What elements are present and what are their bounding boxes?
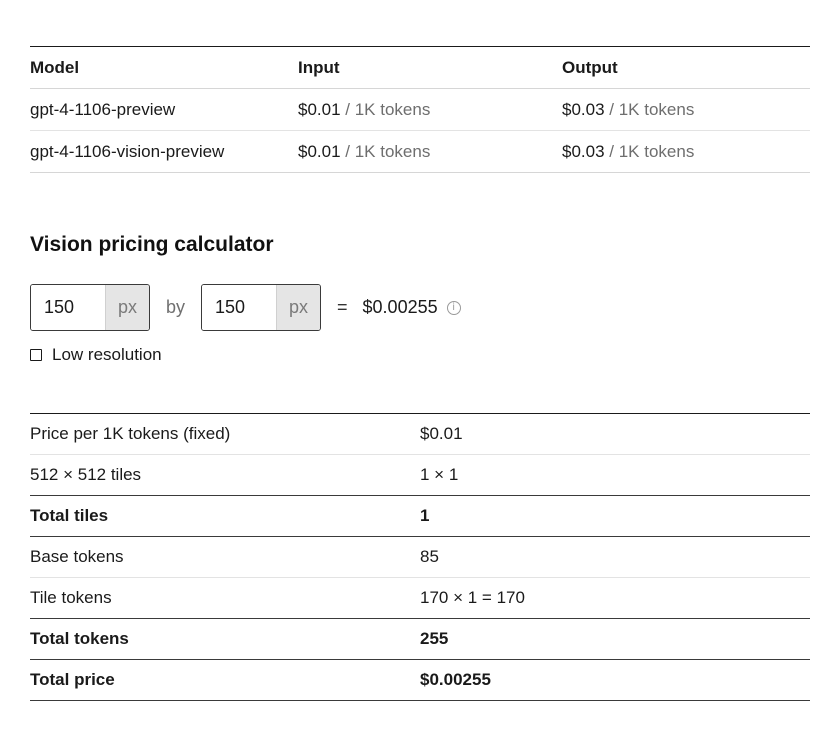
calculated-price: $0.00255 xyxy=(362,297,438,317)
table-row: Price per 1K tokens (fixed) $0.01 xyxy=(30,413,810,455)
dimension-calculator: px by px = $0.00255 i xyxy=(30,284,461,331)
width-input[interactable] xyxy=(31,285,105,330)
low-resolution-toggle[interactable]: Low resolution xyxy=(30,345,162,365)
table-row: Tile tokens 170 × 1 = 170 xyxy=(30,577,810,619)
breakdown-value: 1 xyxy=(420,495,810,537)
breakdown-label: Total tiles xyxy=(30,495,420,537)
table-row: gpt-4-1106-preview $0.01 / 1K tokens $0.… xyxy=(30,88,810,131)
width-unit: px xyxy=(105,285,149,330)
table-row: Total price $0.00255 xyxy=(30,659,810,701)
breakdown-label: Total tokens xyxy=(30,618,420,660)
breakdown-value: 1 × 1 xyxy=(420,454,810,496)
breakdown-value: $0.00255 xyxy=(420,659,810,701)
input-unit: / 1K tokens xyxy=(345,141,431,161)
low-resolution-label: Low resolution xyxy=(52,345,162,364)
output-price: $0.03 xyxy=(562,141,605,161)
output-unit: / 1K tokens xyxy=(609,99,695,119)
height-input[interactable] xyxy=(202,285,277,330)
height-unit: px xyxy=(276,285,321,330)
height-field: px xyxy=(201,284,322,331)
output-unit: / 1K tokens xyxy=(609,141,695,161)
output-price-cell: $0.03 / 1K tokens xyxy=(562,88,810,131)
low-resolution-checkbox[interactable] xyxy=(30,349,42,361)
breakdown-label: 512 × 512 tiles xyxy=(30,454,420,496)
model-pricing-table: Model Input Output gpt-4-1106-preview $0… xyxy=(30,46,810,173)
output-price-cell: $0.03 / 1K tokens xyxy=(562,130,810,173)
breakdown-label: Price per 1K tokens (fixed) xyxy=(30,413,420,455)
header-model: Model xyxy=(30,46,298,89)
model-name: gpt-4-1106-vision-preview xyxy=(30,130,298,173)
width-field: px xyxy=(30,284,150,331)
breakdown-label: Base tokens xyxy=(30,536,420,578)
output-price: $0.03 xyxy=(562,99,605,119)
input-price-cell: $0.01 / 1K tokens xyxy=(298,88,562,131)
breakdown-value: 170 × 1 = 170 xyxy=(420,577,810,619)
breakdown-label: Total price xyxy=(30,659,420,701)
input-price: $0.01 xyxy=(298,99,341,119)
header-input: Input xyxy=(298,46,562,89)
by-label: by xyxy=(166,297,186,317)
info-icon[interactable]: i xyxy=(446,300,461,315)
table-row: Base tokens 85 xyxy=(30,536,810,578)
input-price: $0.01 xyxy=(298,141,341,161)
equals-sign: = xyxy=(337,297,348,317)
table-row: Total tiles 1 xyxy=(30,495,810,537)
model-name: gpt-4-1106-preview xyxy=(30,88,298,131)
table-row: 512 × 512 tiles 1 × 1 xyxy=(30,454,810,496)
price-breakdown-table: Price per 1K tokens (fixed) $0.01 512 × … xyxy=(30,413,810,701)
input-price-cell: $0.01 / 1K tokens xyxy=(298,130,562,173)
input-unit: / 1K tokens xyxy=(345,99,431,119)
pricing-header-row: Model Input Output xyxy=(30,46,810,89)
breakdown-label: Tile tokens xyxy=(30,577,420,619)
header-output: Output xyxy=(562,46,810,89)
breakdown-value: 255 xyxy=(420,618,810,660)
breakdown-value: 85 xyxy=(420,536,810,578)
calculator-title: Vision pricing calculator xyxy=(30,233,274,256)
table-row: Total tokens 255 xyxy=(30,618,810,660)
table-row: gpt-4-1106-vision-preview $0.01 / 1K tok… xyxy=(30,130,810,173)
breakdown-value: $0.01 xyxy=(420,413,810,455)
